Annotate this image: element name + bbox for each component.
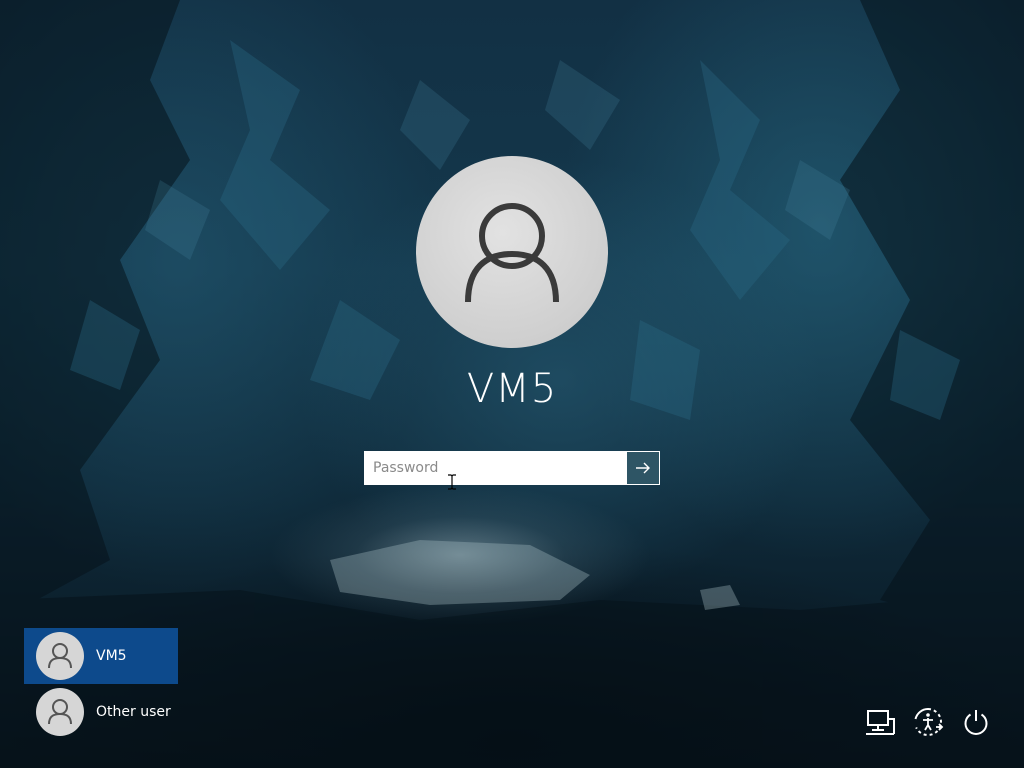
user-tile-other-user[interactable]: Other user [24,684,178,740]
user-avatar [36,688,84,736]
password-box [364,451,660,485]
user-tile-label: VM5 [96,648,127,664]
ease-of-access-button[interactable] [910,704,946,740]
user-avatar-large [416,156,608,348]
lock-screen: VM5 VM5 Other user [0,0,1024,768]
user-avatar [36,632,84,680]
power-button[interactable] [958,704,994,740]
text-cursor-icon [448,474,456,490]
user-icon [48,643,72,669]
ease-of-access-icon [914,708,944,736]
user-tile-vm5[interactable]: VM5 [24,628,178,684]
network-icon [866,710,895,735]
password-input[interactable] [365,452,627,484]
network-button[interactable] [862,704,898,740]
submit-button[interactable] [627,452,659,484]
user-icon [48,699,72,725]
power-icon [964,710,988,735]
user-name-heading: VM5 [466,366,558,412]
user-tile-label: Other user [96,704,171,720]
user-icon [465,203,559,303]
arrow-right-icon [636,462,650,474]
